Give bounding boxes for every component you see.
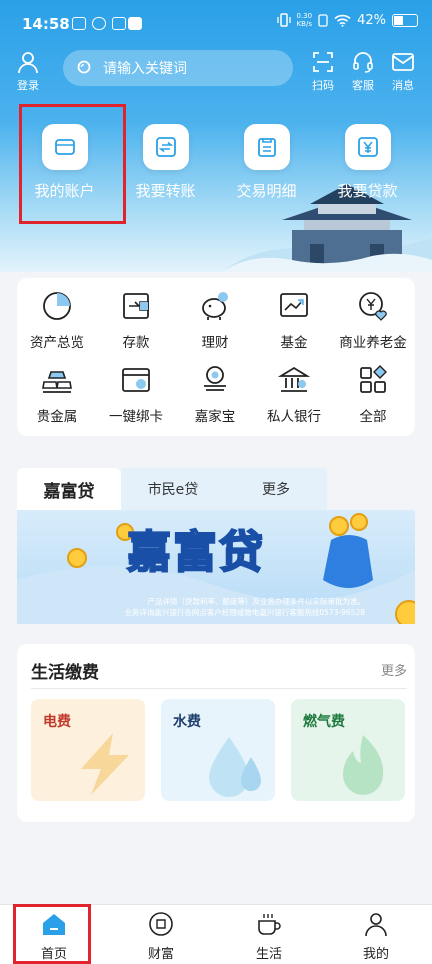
headset-icon bbox=[353, 52, 373, 73]
wealth-management-button[interactable]: 理财 bbox=[175, 290, 255, 351]
scan-icon bbox=[313, 52, 333, 72]
tab-shimin-edai[interactable]: 市民e贷 bbox=[121, 468, 225, 510]
water-drop-icon bbox=[209, 737, 261, 797]
feature-grid: 资产总览 存款 理财 基金 商业养老金 贵金属 一键绑卡 嘉家宝 私人银行 全部 bbox=[17, 278, 415, 436]
flame-icon bbox=[343, 735, 384, 795]
deposit-icon bbox=[123, 293, 149, 319]
pension-button[interactable]: 商业养老金 bbox=[333, 290, 413, 351]
precious-metals-button[interactable]: 贵金属 bbox=[17, 364, 97, 425]
envelope-icon bbox=[392, 53, 414, 71]
divider bbox=[31, 688, 407, 689]
banner-note-2: 业务详询嘉兴银行各网点客户经理或致电嘉兴银行客服热线0573-96528 bbox=[124, 608, 365, 617]
yen-icon bbox=[357, 137, 378, 157]
pension-heart-icon bbox=[359, 292, 387, 321]
battery-text: 42% bbox=[357, 12, 386, 28]
transaction-details-button[interactable]: 交易明细 bbox=[217, 124, 317, 201]
life-payment-section: 生活缴费 更多 电费 水费 燃气费 bbox=[17, 644, 415, 822]
vibrate-icon bbox=[276, 13, 291, 27]
status-time: 14:58 bbox=[22, 15, 70, 33]
pie-chart-icon bbox=[43, 292, 71, 320]
asset-overview-button[interactable]: 资产总览 bbox=[17, 290, 97, 351]
gas-card[interactable]: 燃气费 bbox=[291, 699, 405, 801]
jiajiabao-button[interactable]: 嘉家宝 bbox=[175, 364, 255, 425]
electricity-card[interactable]: 电费 bbox=[31, 699, 145, 801]
notification-icon bbox=[72, 17, 86, 30]
loan-button[interactable]: 我要贷款 bbox=[318, 124, 418, 201]
wifi-icon bbox=[334, 14, 351, 27]
user-icon bbox=[18, 52, 38, 74]
loan-section: 嘉富贷 市民e贷 更多 嘉富贷 产品详情（贷款利率、额度等）及业务办理条件以实际… bbox=[17, 462, 415, 624]
all-services-button[interactable]: 全部 bbox=[333, 364, 413, 425]
notification-icon bbox=[128, 17, 142, 30]
lightning-icon bbox=[81, 733, 129, 795]
notification-icon bbox=[112, 17, 126, 30]
banner-title: 嘉富贷 bbox=[126, 526, 265, 579]
nav-wealth[interactable]: 财富 bbox=[121, 911, 201, 962]
private-banking-button[interactable]: 私人银行 bbox=[254, 364, 334, 425]
piggy-bank-icon bbox=[202, 292, 228, 320]
search-input[interactable]: 请输入关键词 bbox=[63, 50, 293, 86]
sim-icon bbox=[318, 13, 328, 27]
deposit-button[interactable]: 存款 bbox=[96, 290, 176, 351]
network-speed: 0.30 KB/s bbox=[296, 12, 313, 28]
battery-icon bbox=[392, 13, 418, 27]
bank-building-icon bbox=[278, 366, 310, 392]
fund-button[interactable]: 基金 bbox=[254, 290, 334, 351]
top-bar: 登录 请输入关键词 扫码 客服 消息 bbox=[0, 48, 432, 94]
message-button[interactable]: 消息 bbox=[391, 50, 415, 93]
gold-bars-icon bbox=[42, 371, 72, 393]
coffee-cup-icon bbox=[258, 914, 281, 935]
tab-more[interactable]: 更多 bbox=[225, 468, 327, 510]
service-button[interactable]: 客服 bbox=[351, 50, 375, 93]
fund-chart-icon bbox=[280, 293, 308, 317]
loan-banner[interactable]: 嘉富贷 产品详情（贷款利率、额度等）及业务办理条件以实际审批为准。 业务详询嘉兴… bbox=[17, 510, 415, 624]
bind-card-button[interactable]: 一键绑卡 bbox=[96, 364, 176, 425]
transfer-icon bbox=[155, 137, 176, 157]
transfer-button[interactable]: 我要转账 bbox=[116, 124, 216, 201]
loan-tabs: 嘉富贷 市民e贷 更多 bbox=[17, 468, 327, 510]
login-button[interactable]: 登录 bbox=[16, 50, 40, 93]
notification-icon bbox=[92, 17, 106, 30]
user-profile-icon bbox=[365, 913, 387, 937]
tab-jiafudai[interactable]: 嘉富贷 bbox=[17, 468, 121, 510]
nav-mine[interactable]: 我的 bbox=[336, 911, 416, 962]
receipt-icon bbox=[257, 138, 276, 157]
highlight-box-my-account bbox=[19, 104, 126, 224]
search-icon bbox=[77, 60, 91, 74]
banner-note-1: 产品详情（贷款利率、额度等）及业务办理条件以实际审批为准。 bbox=[147, 597, 366, 606]
section-title: 生活缴费 bbox=[31, 663, 99, 683]
all-apps-icon bbox=[360, 365, 387, 393]
coin-stack-icon bbox=[204, 366, 226, 391]
more-link[interactable]: 更多 bbox=[381, 660, 407, 679]
water-card[interactable]: 水费 bbox=[161, 699, 275, 801]
highlight-box-home bbox=[13, 904, 91, 964]
status-bar: 14:58 0.30 KB/s 42% bbox=[0, 0, 432, 44]
wealth-coin-icon bbox=[149, 912, 173, 936]
bind-card-icon bbox=[122, 368, 150, 392]
nav-life[interactable]: 生活 bbox=[229, 911, 309, 962]
search-placeholder: 请输入关键词 bbox=[103, 61, 187, 77]
scan-button[interactable]: 扫码 bbox=[311, 50, 335, 93]
